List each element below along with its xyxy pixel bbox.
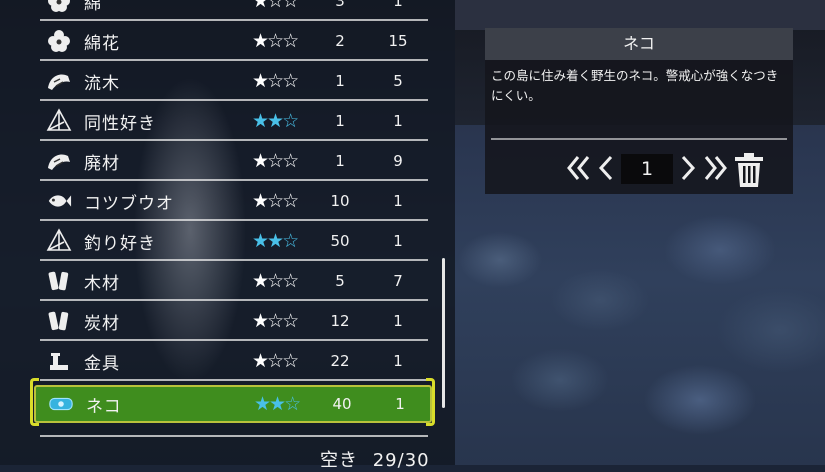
cat-collar-icon [48,391,74,417]
item-count: 5 [393,72,403,90]
chevron-right-icon [681,155,696,181]
item-quantity: 1 [335,72,345,90]
item-quantity: 1 [335,152,345,170]
rarity-stars: ★☆☆ [252,190,299,212]
item-quantity: 3 [335,0,345,10]
rarity-stars: ★☆☆ [252,30,299,52]
list-item[interactable]: 綿 ★☆☆ 3 1 [40,0,428,21]
double-chevron-right-icon [704,156,727,180]
item-count: 1 [393,192,403,210]
flower-icon [46,0,72,14]
item-count: 9 [393,152,403,170]
rarity-stars: ★★☆ [252,110,299,132]
driftwood-icon [46,68,72,94]
item-name: 同性好き [84,113,156,134]
first-page-button[interactable] [565,150,593,186]
rarity-stars: ★☆☆ [252,150,299,172]
item-name: コツブウオ [84,193,174,214]
driftwood-icon [46,148,72,174]
item-name: ネコ [86,396,122,417]
list-item[interactable]: 同性好き ★★☆ 1 1 [40,103,428,141]
item-name: 流木 [84,73,120,94]
item-name: 炭材 [84,313,120,334]
lumber-icon [46,308,72,334]
item-quantity: 1 [335,112,345,130]
detail-divider [491,138,787,140]
item-quantity: 5 [335,272,345,290]
item-count: 1 [393,312,403,330]
list-divider [40,435,428,437]
next-button[interactable] [677,150,699,186]
inventory-scrollbar[interactable] [442,258,445,408]
item-name: 廃材 [84,153,120,174]
item-count: 1 [393,232,403,250]
last-page-button[interactable] [701,150,729,186]
list-item[interactable]: コツブウオ ★☆☆ 10 1 [40,183,428,221]
rarity-stars: ★★☆ [254,393,301,415]
metal-fitting-icon [46,348,72,374]
flower-icon [46,28,72,54]
item-name: 綿花 [84,33,120,54]
item-quantity: 12 [330,312,350,330]
item-detail-description: この島に住み着く野生のネコ。警戒心が強くなつきにくい。 [491,68,779,103]
rarity-stars: ★☆☆ [252,310,299,332]
item-name: 綿 [84,0,102,14]
rarity-stars: ★★☆ [252,230,299,252]
list-item[interactable]: 木材 ★☆☆ 5 7 [40,263,428,301]
selection-bracket-right [426,378,435,426]
list-item[interactable]: 炭材 ★☆☆ 12 1 [40,303,428,341]
list-item[interactable]: 流木 ★☆☆ 1 5 [40,63,428,101]
capacity-value: 29/30 [372,450,430,471]
item-quantity: 2 [335,32,345,50]
item-quantity: 22 [330,352,350,370]
item-name: 木材 [84,273,120,294]
item-quantity: 40 [332,395,352,413]
item-quantity: 10 [330,192,350,210]
rarity-stars: ★☆☆ [252,350,299,372]
selection-bracket-left [30,378,39,426]
list-item-selected[interactable]: ネコ ★★☆ 40 1 [34,385,432,423]
item-count: 1 [395,395,405,413]
rarity-stars: ★☆☆ [252,70,299,92]
item-detail-panel: ネコ この島に住み着く野生のネコ。警戒心が強くなつきにくい。 1 [485,28,793,194]
lumber-icon [46,268,72,294]
item-count: 7 [393,272,403,290]
discard-button[interactable] [733,152,765,192]
gem-outline-icon [46,228,72,254]
list-item[interactable]: 釣り好き ★★☆ 50 1 [40,223,428,261]
item-name: 金具 [84,353,120,374]
item-detail-title: ネコ [485,28,793,60]
quantity-value[interactable]: 1 [621,154,673,184]
previous-button[interactable] [595,150,617,186]
double-chevron-left-icon [567,156,590,180]
background-wall [455,0,825,30]
list-item[interactable]: 廃材 ★☆☆ 1 9 [40,143,428,181]
inventory-panel: 綿 ★☆☆ 3 1 綿花 ★☆☆ 2 15 流木 ★☆☆ 1 5 同性好き ★★☆ 1 1 廃材 ★☆☆ 1 9 コツブ… [0,0,455,471]
item-quantity: 50 [330,232,350,250]
item-count: 1 [393,0,403,10]
fish-icon [46,188,72,214]
item-count: 1 [393,352,403,370]
chevron-left-icon [598,155,613,181]
list-item[interactable]: 金具 ★☆☆ 22 1 [40,343,428,381]
rarity-stars: ★☆☆ [252,0,299,12]
trash-icon [735,153,763,187]
rarity-stars: ★☆☆ [252,270,299,292]
gem-outline-icon [46,108,72,134]
item-name: 釣り好き [84,233,156,254]
item-count: 1 [393,112,403,130]
item-count: 15 [388,32,408,50]
capacity-label: 空き [320,450,358,471]
list-item[interactable]: 綿花 ★☆☆ 2 15 [40,23,428,61]
capacity-indicator: 空き 29/30 [320,446,430,472]
